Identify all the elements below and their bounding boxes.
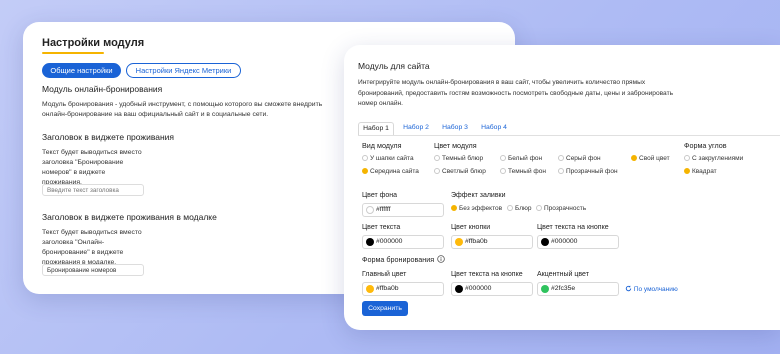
- bg-color-field[interactable]: #ffffff: [362, 203, 444, 217]
- button-color-swatch: [455, 238, 463, 246]
- radio-color-light-blur[interactable]: Светлый блюр: [434, 168, 486, 175]
- radio-corner-square[interactable]: Квадрат: [684, 168, 717, 175]
- tabs-divider: [358, 135, 780, 136]
- main-color-label: Главный цвет: [362, 271, 407, 278]
- radio-circle-selected: [451, 205, 457, 211]
- text-color-swatch: [366, 238, 374, 246]
- fill-effect-label: Эффект заливки: [451, 192, 506, 199]
- info-icon[interactable]: [437, 255, 445, 263]
- radio-circle-selected: [684, 168, 690, 174]
- radio-effect-transparency[interactable]: Прозрачность: [536, 205, 586, 212]
- section-description: Модуль бронирования - удобный инструмент…: [42, 101, 323, 118]
- main-color-field[interactable]: #ffba0b: [362, 282, 444, 296]
- radio-circle: [558, 168, 564, 174]
- radio-circle-selected: [631, 155, 637, 161]
- reset-default-link[interactable]: По умолчанию: [625, 285, 678, 293]
- form-button-text-color-swatch: [455, 285, 463, 293]
- module-view-label: Вид модуля: [362, 141, 402, 150]
- text-color-label: Цвет текста: [362, 224, 401, 231]
- radio-color-gray[interactable]: Серый фон: [558, 155, 601, 162]
- accent-color-label: Акцентный цвет: [537, 271, 589, 278]
- form-button-text-color-field[interactable]: #000000: [451, 282, 533, 296]
- radio-circle: [558, 155, 564, 161]
- main-color-swatch: [366, 285, 374, 293]
- tab-set-3[interactable]: Набор 3: [437, 122, 473, 136]
- modal-heading: Заголовок в виджете проживания в модалке: [42, 212, 217, 222]
- text-color-value: #000000: [376, 238, 403, 245]
- form-button-text-color-label: Цвет текста на кнопке: [451, 271, 523, 278]
- site-module-title: Модуль для сайта: [358, 61, 430, 71]
- site-module-card: Модуль для сайта Интегрируйте модуль онл…: [344, 45, 780, 330]
- button-color-field[interactable]: #ffba0b: [451, 235, 533, 249]
- accent-color-swatch: [541, 285, 549, 293]
- radio-view-middle[interactable]: Середина сайта: [362, 168, 419, 175]
- radio-view-header[interactable]: У шапки сайта: [362, 155, 414, 162]
- tab-set-1[interactable]: Набор 1: [358, 122, 394, 136]
- accent-color-value: #2fc35e: [551, 285, 576, 292]
- button-text-color-field[interactable]: #000000: [537, 235, 619, 249]
- radio-color-white[interactable]: Белый фон: [500, 155, 542, 162]
- radio-circle: [536, 205, 542, 211]
- button-text-color-label: Цвет текста на кнопке: [537, 224, 609, 231]
- tab-set-4[interactable]: Набор 4: [476, 122, 512, 136]
- accent-color-field[interactable]: #2fc35e: [537, 282, 619, 296]
- radio-effect-blur[interactable]: Блюр: [507, 205, 531, 212]
- radio-color-dark[interactable]: Темный фон: [500, 168, 546, 175]
- radio-circle: [434, 155, 440, 161]
- radio-circle: [362, 155, 368, 161]
- radio-corner-rounded[interactable]: С закруглениями: [684, 155, 743, 162]
- radio-circle: [434, 168, 440, 174]
- bg-color-label: Цвет фона: [362, 192, 398, 199]
- radio-circle: [500, 155, 506, 161]
- section-title: Модуль онлайн-бронирования: [42, 84, 163, 94]
- widget-title-input[interactable]: [42, 184, 144, 196]
- radio-effect-none[interactable]: Без эффектов: [451, 205, 502, 212]
- radio-color-transparent[interactable]: Прозрачный фон: [558, 168, 618, 175]
- main-color-value: #ffba0b: [376, 285, 399, 292]
- button-text-color-swatch: [541, 238, 549, 246]
- corner-shape-label: Форма углов: [684, 141, 727, 150]
- radio-circle: [684, 155, 690, 161]
- bg-color-swatch: [366, 206, 374, 214]
- widget-heading: Заголовок в виджете проживания: [42, 132, 175, 142]
- text-color-field[interactable]: #000000: [362, 235, 444, 249]
- button-text-color-value: #000000: [551, 238, 578, 245]
- radio-color-custom[interactable]: Свой цвет: [631, 155, 670, 162]
- save-button[interactable]: Сохранить: [362, 301, 408, 316]
- radio-circle: [507, 205, 513, 211]
- tab-set-2[interactable]: Набор 2: [398, 122, 434, 136]
- settings-title: Настройки модуля: [42, 37, 145, 49]
- bg-color-value: #ffffff: [376, 206, 391, 213]
- button-color-value: #ffba0b: [465, 238, 488, 245]
- tab-general-settings[interactable]: Общие настройки: [42, 63, 121, 78]
- site-module-description: Интегрируйте модуль онлайн-бронирования …: [358, 79, 674, 107]
- tab-yandex-metrika[interactable]: Настройки Яндекс Метрики: [126, 63, 241, 78]
- radio-circle-selected: [362, 168, 368, 174]
- form-button-text-color-value: #000000: [465, 285, 492, 292]
- widget-description: Текст будет выводиться вместо заголовка …: [42, 149, 142, 186]
- booking-form-heading: Форма бронирования: [362, 255, 445, 264]
- modal-description: Текст будет выводиться вместо заголовка …: [42, 229, 142, 266]
- modal-title-input[interactable]: [42, 264, 144, 276]
- title-underline: [42, 52, 104, 54]
- refresh-icon: [625, 285, 632, 292]
- radio-circle: [500, 168, 506, 174]
- module-color-label: Цвет модуля: [434, 141, 477, 150]
- radio-color-dark-blur[interactable]: Темный блюр: [434, 155, 483, 162]
- button-color-label: Цвет кнопки: [451, 224, 491, 231]
